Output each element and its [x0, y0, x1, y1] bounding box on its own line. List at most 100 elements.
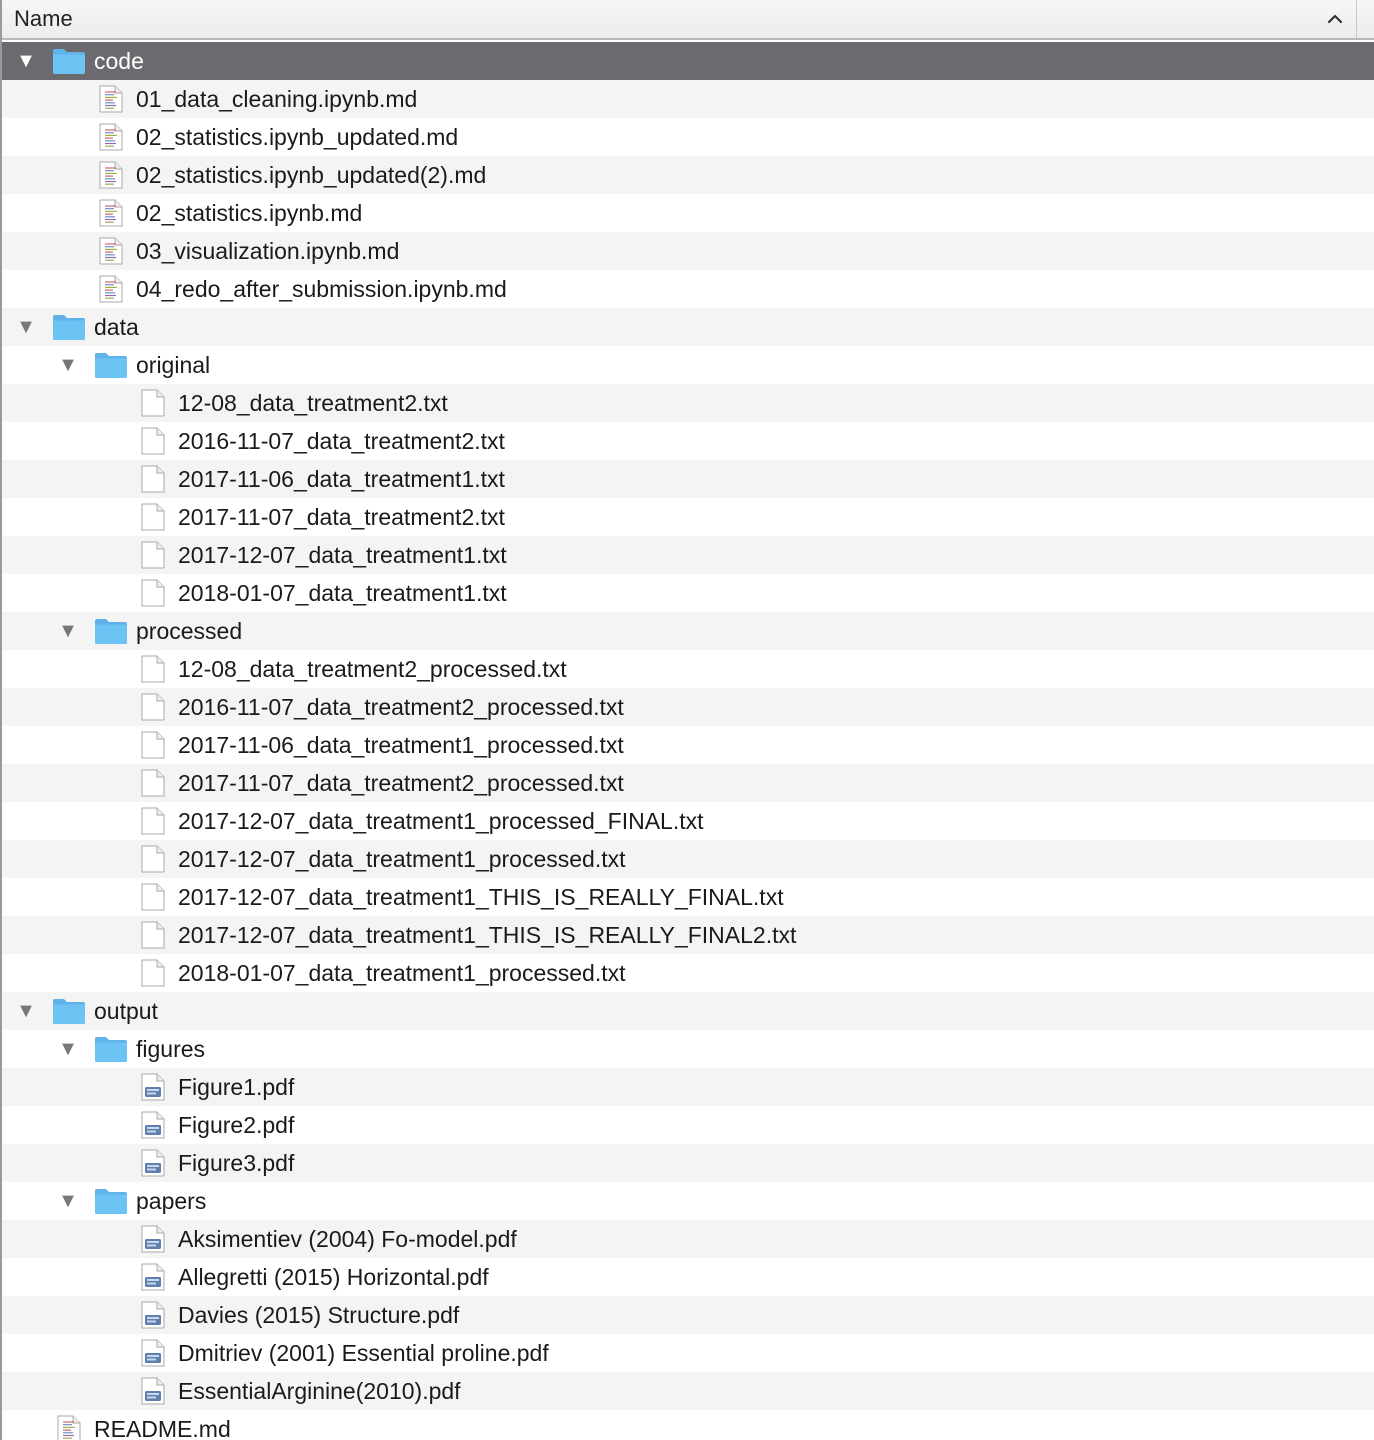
row-label: output — [94, 998, 158, 1024]
disclosure-triangle-icon[interactable]: ▼ — [16, 314, 36, 340]
file-row[interactable]: 2018-01-07_data_treatment1.txt — [0, 574, 1374, 612]
text-document-icon — [136, 579, 170, 607]
folder-row[interactable]: ▼ code — [0, 42, 1374, 80]
row-label: data — [94, 314, 139, 340]
file-row[interactable]: 2018-01-07_data_treatment1_processed.txt — [0, 954, 1374, 992]
disclosure-triangle-icon[interactable]: ▼ — [58, 352, 78, 378]
row-label: Dmitriev (2001) Essential proline.pdf — [178, 1340, 549, 1366]
file-row[interactable]: 01_data_cleaning.ipynb.md — [0, 80, 1374, 118]
file-row[interactable]: 02_statistics.ipynb_updated.md — [0, 118, 1374, 156]
row-label: Figure1.pdf — [178, 1074, 295, 1100]
row-label: figures — [136, 1036, 206, 1062]
folder-icon — [52, 47, 86, 75]
file-row[interactable]: 2017-12-07_data_treatment1.txt — [0, 536, 1374, 574]
pdf-document-icon — [136, 1339, 170, 1367]
text-document-icon — [136, 769, 170, 797]
text-document-icon — [136, 503, 170, 531]
folder-row[interactable]: ▼ papers — [0, 1182, 1374, 1220]
pdf-document-icon — [136, 1073, 170, 1101]
file-row[interactable]: 2016-11-07_data_treatment2.txt — [0, 422, 1374, 460]
file-list: ▼ code 01_data_cleaning.ipynb.md 02_statist… — [0, 42, 1374, 1440]
disclosure-triangle-icon[interactable]: ▼ — [16, 998, 36, 1024]
file-row[interactable]: 2017-12-07_data_treatment1_processed.txt — [0, 840, 1374, 878]
markdown-document-icon — [94, 123, 128, 151]
file-row[interactable]: Dmitriev (2001) Essential proline.pdf — [0, 1334, 1374, 1372]
disclosure-triangle-icon[interactable]: ▼ — [58, 1036, 78, 1062]
row-label: processed — [136, 618, 243, 644]
folder-row[interactable]: ▼ figures — [0, 1030, 1374, 1068]
file-row[interactable]: 2017-12-07_data_treatment1_processed_FIN… — [0, 802, 1374, 840]
file-row[interactable]: 04_redo_after_submission.ipynb.md — [0, 270, 1374, 308]
row-label: 02_statistics.ipynb_updated.md — [136, 124, 459, 150]
row-label: 2017-12-07_data_treatment1_THIS_IS_REALL… — [178, 884, 784, 910]
column-header[interactable]: Name — [0, 0, 1374, 40]
folder-icon — [94, 617, 128, 645]
text-document-icon — [136, 807, 170, 835]
folder-row[interactable]: ▼ original — [0, 346, 1374, 384]
folder-row[interactable]: ▼ data — [0, 308, 1374, 346]
file-row[interactable]: 12-08_data_treatment2.txt — [0, 384, 1374, 422]
file-row[interactable]: 2017-11-07_data_treatment2.txt — [0, 498, 1374, 536]
file-row[interactable]: 2017-11-06_data_treatment1.txt — [0, 460, 1374, 498]
row-label: 2018-01-07_data_treatment1.txt — [178, 580, 507, 606]
row-label: 2017-11-06_data_treatment1_processed.txt — [178, 732, 624, 758]
folder-icon — [94, 1187, 128, 1215]
folder-icon — [94, 1035, 128, 1063]
row-label: EssentialArginine(2010).pdf — [178, 1378, 461, 1404]
row-label: 2017-12-07_data_treatment1.txt — [178, 542, 507, 568]
disclosure-triangle-icon[interactable]: ▼ — [16, 48, 36, 74]
row-label: 2017-11-07_data_treatment2_processed.txt — [178, 770, 624, 796]
folder-icon — [94, 351, 128, 379]
file-row[interactable]: Aksimentiev (2004) Fo-model.pdf — [0, 1220, 1374, 1258]
text-document-icon — [136, 921, 170, 949]
row-label: original — [136, 352, 211, 378]
markdown-document-icon — [52, 1415, 86, 1440]
file-row[interactable]: Figure2.pdf — [0, 1106, 1374, 1144]
markdown-document-icon — [94, 199, 128, 227]
row-label: 2016-11-07_data_treatment2_processed.txt — [178, 694, 624, 720]
file-row[interactable]: Figure1.pdf — [0, 1068, 1374, 1106]
file-row[interactable]: 2017-12-07_data_treatment1_THIS_IS_REALL… — [0, 916, 1374, 954]
column-divider[interactable] — [1356, 0, 1357, 38]
row-label: 04_redo_after_submission.ipynb.md — [136, 276, 507, 302]
file-row[interactable]: 2017-12-07_data_treatment1_THIS_IS_REALL… — [0, 878, 1374, 916]
row-label: 12-08_data_treatment2.txt — [178, 390, 448, 416]
text-document-icon — [136, 655, 170, 683]
row-label: 02_statistics.ipynb_updated(2).md — [136, 162, 487, 188]
row-label: Figure3.pdf — [178, 1150, 295, 1176]
file-row[interactable]: 2017-11-07_data_treatment2_processed.txt — [0, 764, 1374, 802]
text-document-icon — [136, 427, 170, 455]
disclosure-triangle-icon[interactable]: ▼ — [58, 1188, 78, 1214]
file-row[interactable]: 2016-11-07_data_treatment2_processed.txt — [0, 688, 1374, 726]
file-row[interactable]: Allegretti (2015) Horizontal.pdf — [0, 1258, 1374, 1296]
pdf-document-icon — [136, 1111, 170, 1139]
sort-ascending-icon[interactable] — [1324, 8, 1346, 30]
pdf-document-icon — [136, 1377, 170, 1405]
file-row[interactable]: 02_statistics.ipynb_updated(2).md — [0, 156, 1374, 194]
pdf-document-icon — [136, 1225, 170, 1253]
pdf-document-icon — [136, 1149, 170, 1177]
finder-list-view: Name ▼ code 01_data_cleaning.ipynb.md 02_st… — [0, 0, 1374, 1440]
file-row[interactable]: Davies (2015) Structure.pdf — [0, 1296, 1374, 1334]
pdf-document-icon — [136, 1301, 170, 1329]
window-edge — [0, 0, 2, 1440]
folder-icon — [52, 997, 86, 1025]
row-label: code — [94, 48, 144, 74]
folder-row[interactable]: ▼ output — [0, 992, 1374, 1030]
file-row[interactable]: Figure3.pdf — [0, 1144, 1374, 1182]
pdf-document-icon — [136, 1263, 170, 1291]
file-row[interactable]: README.md — [0, 1410, 1374, 1440]
file-row[interactable]: 12-08_data_treatment2_processed.txt — [0, 650, 1374, 688]
file-row[interactable]: 03_visualization.ipynb.md — [0, 232, 1374, 270]
text-document-icon — [136, 845, 170, 873]
disclosure-triangle-icon[interactable]: ▼ — [58, 618, 78, 644]
row-label: Figure2.pdf — [178, 1112, 295, 1138]
folder-row[interactable]: ▼ processed — [0, 612, 1374, 650]
row-label: papers — [136, 1188, 207, 1214]
row-label: 2017-12-07_data_treatment1_processed.txt — [178, 846, 626, 872]
file-row[interactable]: EssentialArginine(2010).pdf — [0, 1372, 1374, 1410]
file-row[interactable]: 2017-11-06_data_treatment1_processed.txt — [0, 726, 1374, 764]
text-document-icon — [136, 465, 170, 493]
file-row[interactable]: 02_statistics.ipynb.md — [0, 194, 1374, 232]
column-header-name[interactable]: Name — [14, 6, 73, 32]
